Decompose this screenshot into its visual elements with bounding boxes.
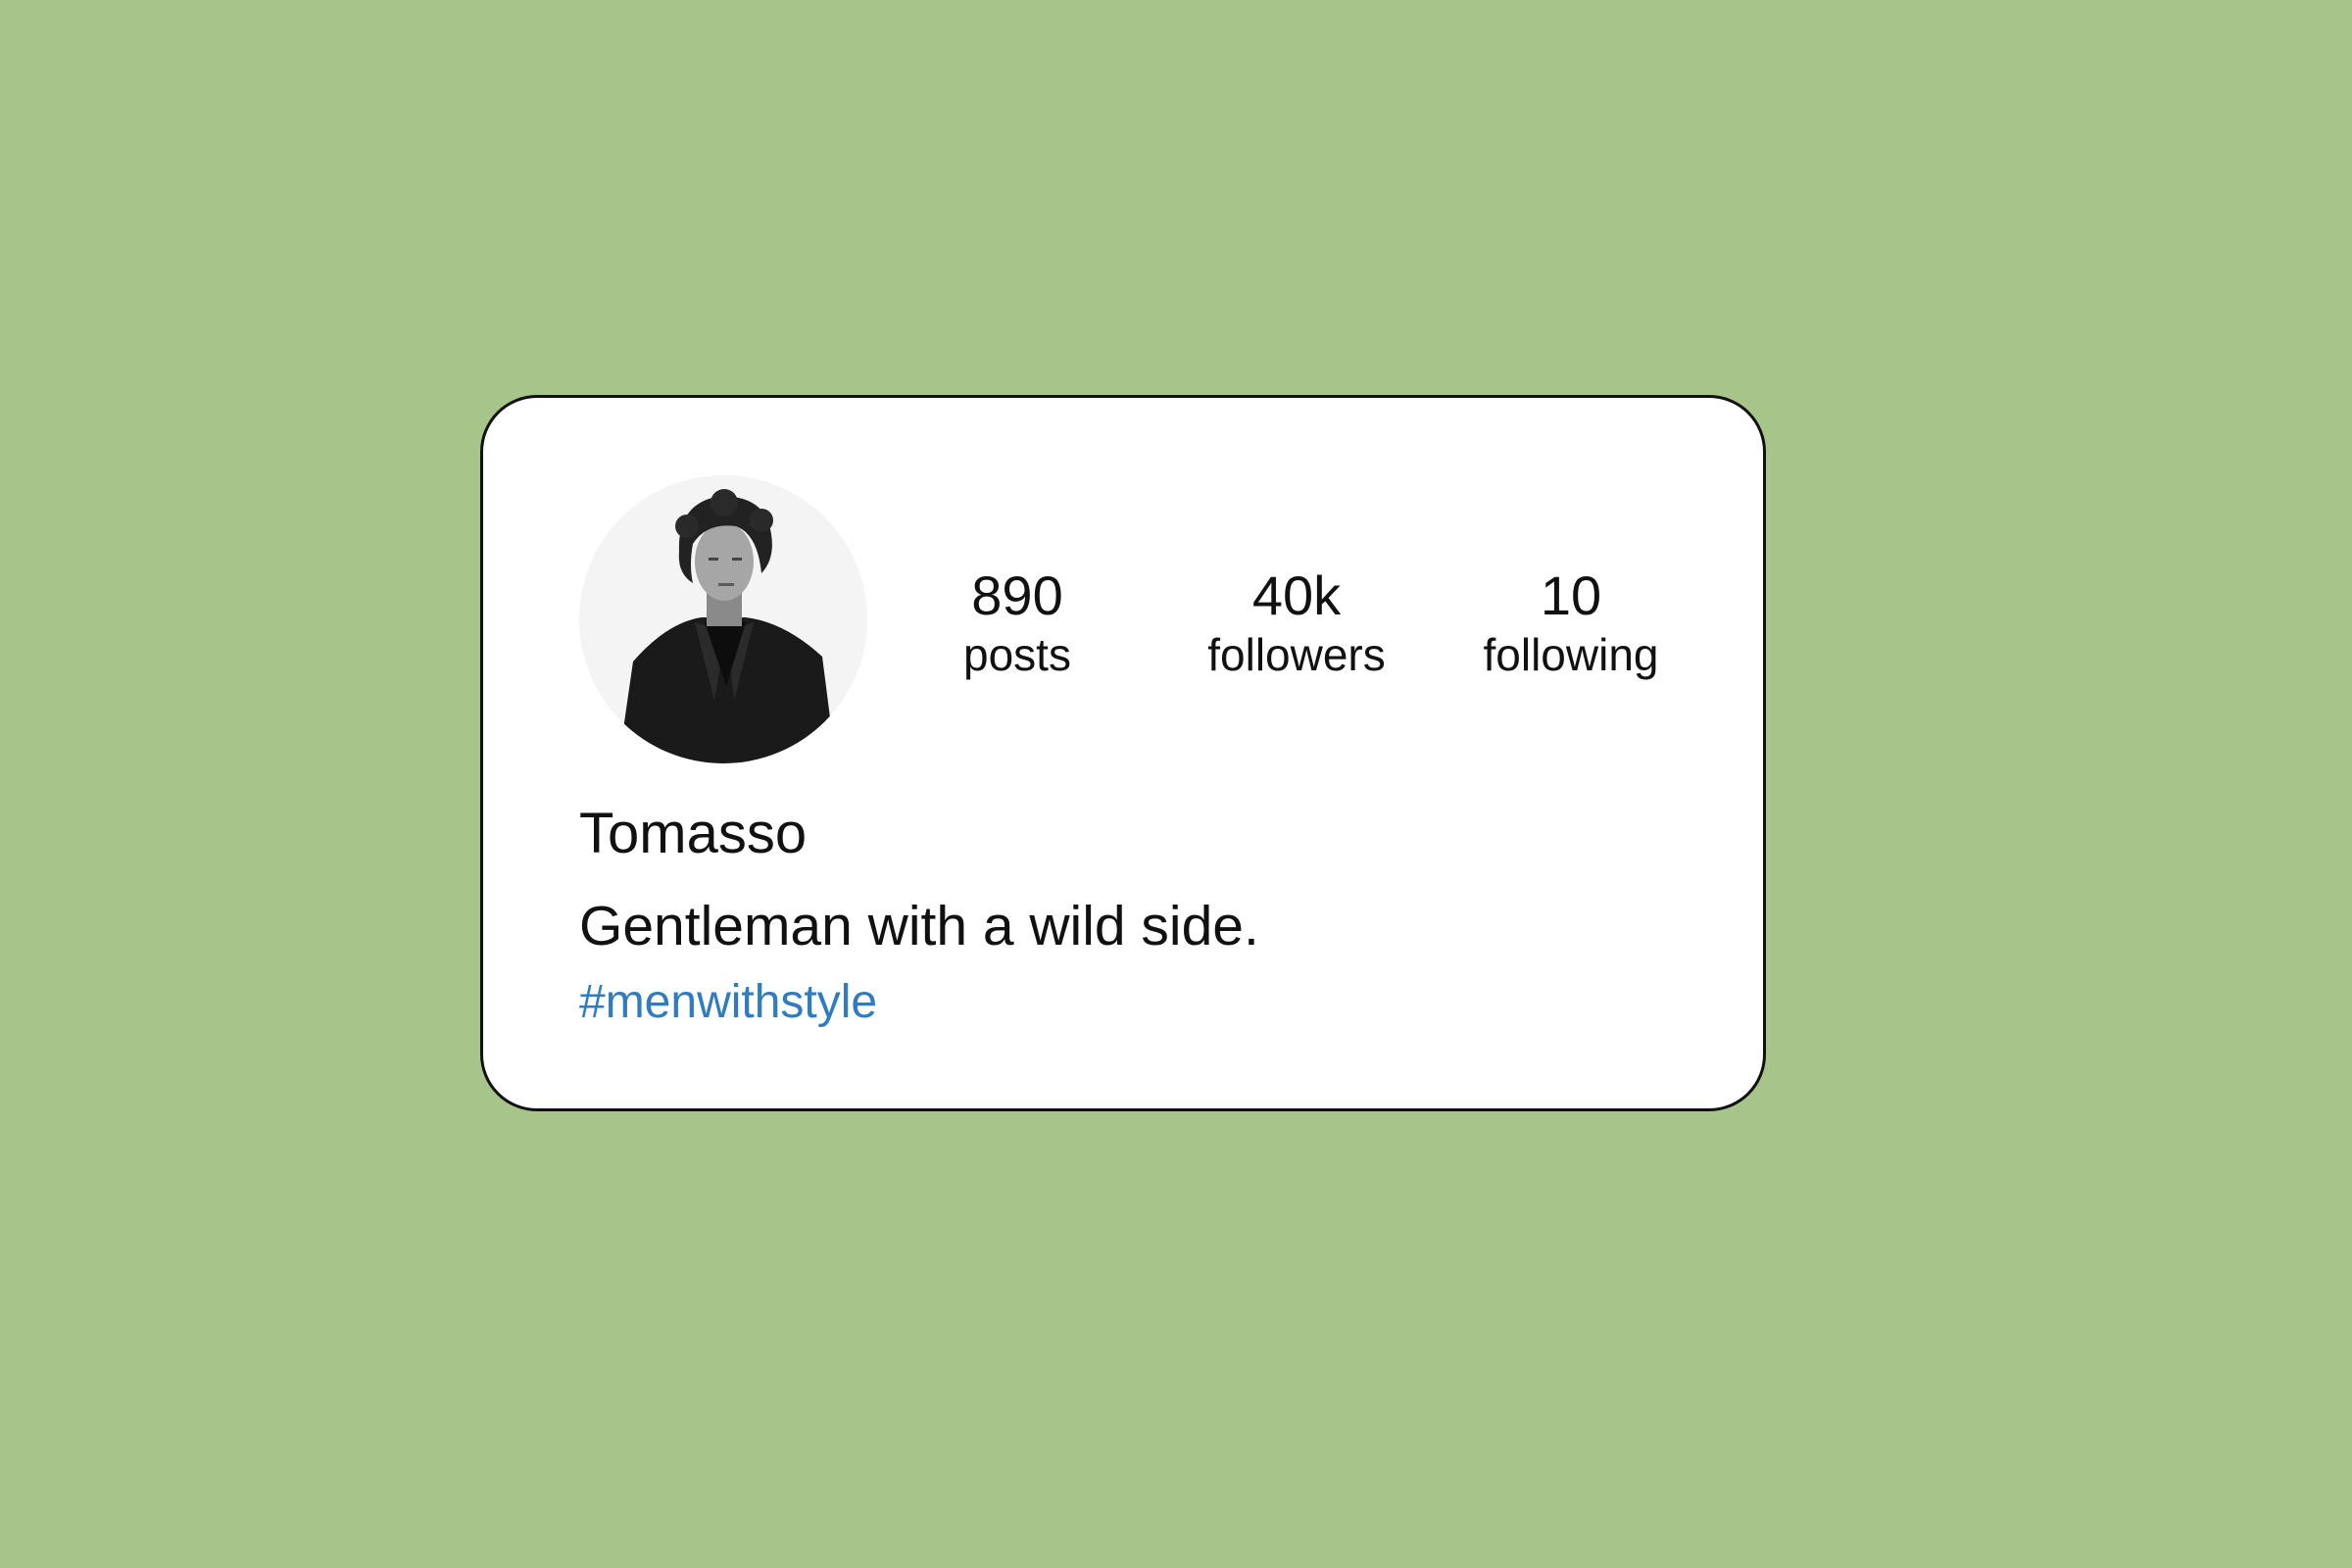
hashtag-link[interactable]: #menwithstyle <box>579 973 877 1032</box>
followers-count: 40k <box>1251 564 1342 626</box>
followers-label: followers <box>1207 629 1386 680</box>
stat-following[interactable]: 10 following <box>1453 564 1689 682</box>
posts-count: 890 <box>971 564 1063 626</box>
posts-label: posts <box>963 629 1071 680</box>
profile-photo-icon <box>579 475 867 763</box>
stat-posts[interactable]: 890 posts <box>914 564 1120 682</box>
following-label: following <box>1483 629 1659 680</box>
avatar[interactable] <box>579 475 867 763</box>
profile-card: 890 posts 40k followers 10 following Tom… <box>480 395 1766 1111</box>
profile-bio: Gentleman with a wild side. <box>579 895 1259 957</box>
following-count: 10 <box>1540 564 1602 626</box>
stat-followers[interactable]: 40k followers <box>1169 564 1424 682</box>
profile-name: Tomasso <box>579 802 808 865</box>
